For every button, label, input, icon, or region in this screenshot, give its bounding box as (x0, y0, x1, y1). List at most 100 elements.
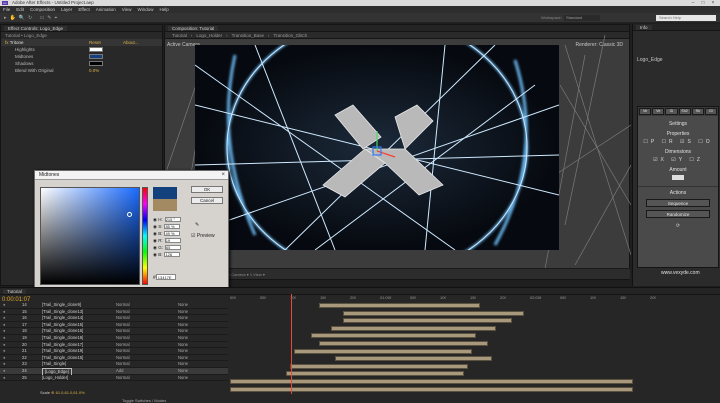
eyedropper-icon[interactable]: ✎ (195, 222, 199, 228)
layer-mode[interactable]: Normal (116, 361, 130, 368)
layer-mode[interactable]: Normal (116, 322, 130, 329)
layer-parent[interactable]: None (178, 375, 188, 382)
layer-row[interactable]: ● 17 [Trail_Single_clone15] Normal None (0, 321, 228, 329)
color-field[interactable]: ◉ H: 215 ° (153, 216, 181, 223)
layer-parent[interactable]: None (178, 328, 188, 335)
dimension-checkboxes[interactable]: ☑X ☑Y ☐Z (638, 157, 718, 163)
amount-field[interactable] (672, 175, 684, 180)
layer-name[interactable]: [Trail_Single_clone17] (42, 342, 83, 349)
comp-viewer-footer[interactable]: (50%) ▾ Full ▾ Active Camera ▾ 1 View ▾ (164, 268, 630, 279)
highlights-swatch[interactable] (89, 47, 103, 52)
layer-parent[interactable]: None (178, 315, 188, 322)
layer-duration-bar[interactable] (290, 363, 468, 369)
visibility-eye-icon[interactable]: ● (3, 348, 6, 355)
menu-edit[interactable]: Edit (13, 6, 27, 13)
layer-mode[interactable]: Normal (116, 355, 130, 362)
menu-layer[interactable]: Layer (58, 6, 75, 13)
shadows-swatch[interactable] (89, 61, 103, 66)
blend-value[interactable]: 0.0% (89, 67, 99, 74)
layer-row[interactable]: ● 20 [Trail_Single_clone17] Normal None (0, 341, 228, 349)
layer-name[interactable]: [Trail_Single_clone15] (42, 355, 83, 362)
script-tab-4[interactable]: Sh2 (678, 108, 691, 115)
menu-view[interactable]: View (119, 6, 135, 13)
layer-mode[interactable]: Normal (116, 375, 130, 382)
visibility-eye-icon[interactable]: ● (3, 361, 6, 368)
layer-parent[interactable]: None (178, 309, 188, 316)
script-tab-6[interactable]: Gl (704, 108, 718, 115)
layer-row[interactable]: ● 14 [Trail_Single_clone9] Normal None (0, 302, 228, 309)
color-field-value[interactable]: 85 % (164, 224, 181, 230)
menu-animation[interactable]: Animation (93, 6, 119, 13)
layer-mode[interactable]: Add (116, 368, 123, 375)
visibility-eye-icon[interactable]: ● (3, 309, 6, 316)
visibility-eye-icon[interactable]: ● (3, 355, 6, 362)
color-field-value[interactable]: 19 (164, 238, 181, 244)
layer-mode[interactable]: Normal (116, 328, 130, 335)
menu-composition[interactable]: Composition (27, 6, 58, 13)
menu-effect[interactable]: Effect (75, 6, 92, 13)
layer-name[interactable]: [Trail_Single_clone9] (42, 302, 81, 309)
script-tab-5[interactable]: Sh (691, 108, 704, 115)
layer-parent[interactable]: None (178, 302, 188, 309)
effect-header[interactable]: fx Tritone Reset About... (1, 39, 162, 46)
saturation-brightness-field[interactable] (40, 187, 140, 285)
visibility-eye-icon[interactable]: ● (3, 335, 6, 342)
comp-canvas[interactable] (195, 45, 559, 250)
script-tab-2[interactable]: Ve (652, 108, 665, 115)
color-field-value[interactable]: 65 (164, 245, 181, 251)
layer-parent[interactable]: None (178, 348, 188, 355)
layer-name[interactable]: [Trail_Single_clone15] (42, 322, 83, 329)
layer-row[interactable]: ● 18 [Trail_Single_clone16] Normal None (0, 328, 228, 335)
menu-file[interactable]: File (0, 6, 13, 13)
preview-checkbox[interactable]: ☑ Preview (191, 233, 215, 239)
visibility-eye-icon[interactable]: ● (3, 322, 6, 329)
layer-row[interactable]: ● 25 [Logo_Holder] Normal None (0, 374, 228, 382)
hex-value[interactable]: 13417E (155, 274, 176, 280)
layer-name[interactable]: [Logo_Holder] (42, 375, 68, 382)
layer-duration-bar[interactable] (342, 310, 525, 316)
cancel-button[interactable]: Cancel (191, 197, 223, 204)
layer-name[interactable]: [Trail_Single_clone13] (42, 309, 83, 316)
layer-duration-bar[interactable] (286, 371, 464, 377)
color-field-value[interactable]: 49 % (164, 231, 181, 237)
layer-name[interactable]: [Trail_Single_clone16] (42, 328, 83, 335)
layer-duration-bar[interactable] (310, 333, 476, 339)
layer-parent[interactable]: None (178, 355, 188, 362)
script-tab-3[interactable]: Gl (665, 108, 678, 115)
layer-duration-bar[interactable] (294, 348, 472, 354)
scale-value[interactable]: ⊕ 61.0,61.0,61.0% (51, 390, 85, 395)
visibility-eye-icon[interactable]: ● (3, 342, 6, 349)
layer-name[interactable]: [Trail_Single_clone18] (42, 335, 83, 342)
layer-mode[interactable]: Normal (116, 302, 130, 309)
layer-mode[interactable]: Normal (116, 348, 130, 355)
layer-row[interactable]: ● 16 [Trail_Single_clone14] Normal None (0, 315, 228, 322)
hex-field[interactable]: #13417E (153, 274, 176, 281)
color-field-value[interactable]: 215 ° (164, 217, 181, 223)
layer-duration-bar[interactable] (342, 318, 513, 324)
color-field[interactable]: ◉ B: 126 (153, 251, 181, 258)
dialog-close-icon[interactable]: × (221, 172, 225, 178)
toggle-switches-modes[interactable]: Toggle Switches / Modes (122, 398, 166, 403)
layer-row[interactable]: ● 24 [Logo_Edge] Add None (0, 367, 228, 377)
layer-parent[interactable]: None (178, 322, 188, 329)
layer-parent[interactable]: None (178, 361, 188, 368)
layer-name[interactable]: [Trail_Single_clone14] (42, 315, 83, 322)
layer-name[interactable]: [Trail_Single] (42, 361, 66, 368)
layer-name[interactable]: [Trail_Single_clone19] (42, 348, 83, 355)
color-field[interactable]: ◉ G: 65 (153, 244, 181, 251)
visibility-eye-icon[interactable]: ● (3, 315, 6, 322)
tab-timeline-tutorial[interactable]: Tutorial (3, 289, 26, 294)
layer-row[interactable]: ● 22 [Trail_Single_clone15] Normal None (0, 354, 228, 362)
layer-row[interactable]: ● 15 [Trail_Single_clone13] Normal None (0, 308, 228, 316)
ok-button[interactable]: OK (191, 186, 223, 193)
workspace-select[interactable]: Standard (564, 15, 600, 21)
refresh-icon[interactable]: ⟳ (638, 223, 718, 229)
layer-duration-bar[interactable] (318, 341, 488, 346)
tab-effect-controls[interactable]: Effect Controls: Logo_Edge (4, 26, 67, 31)
fx-icon[interactable]: fx (5, 40, 9, 45)
layer-row[interactable]: ● 23 [Trail_Single] Normal None (0, 361, 228, 368)
current-time-indicator[interactable] (291, 294, 292, 394)
color-field[interactable]: ◉ R: 19 (153, 237, 181, 244)
layer-row[interactable]: ● 19 [Trail_Single_clone18] Normal None (0, 334, 228, 342)
property-checkboxes[interactable]: ☐P ☐R ☑S ☐O (638, 139, 718, 145)
